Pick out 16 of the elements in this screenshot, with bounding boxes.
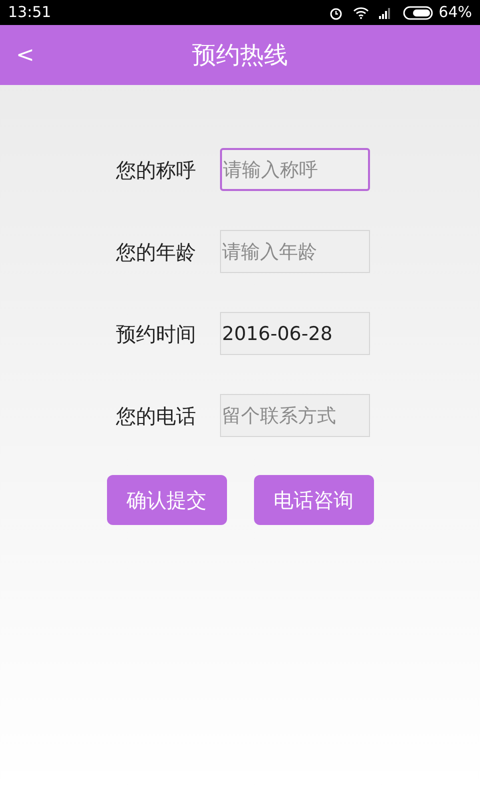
field-label: 您的称呼 — [116, 156, 197, 184]
page-title: 预约热线 — [192, 40, 288, 71]
wifi-icon — [352, 6, 369, 18]
input-field[interactable]: 请输入称呼 — [220, 148, 370, 191]
field-label: 预约时间 — [116, 320, 197, 348]
action-button[interactable]: 电话咨询 — [254, 475, 374, 525]
alarm-icon — [328, 6, 343, 20]
battery-icon — [402, 6, 435, 20]
action-button[interactable]: 确认提交 — [106, 475, 226, 525]
field-label: 您的电话 — [116, 402, 197, 430]
field-label: 您的年龄 — [116, 238, 197, 266]
input-field[interactable]: 2016-06-28 — [220, 312, 370, 355]
signal-icon — [378, 6, 393, 18]
back-button[interactable]: < — [14, 38, 36, 72]
clock: 13:51 — [8, 2, 52, 24]
battery-percent: 64% — [438, 2, 472, 24]
